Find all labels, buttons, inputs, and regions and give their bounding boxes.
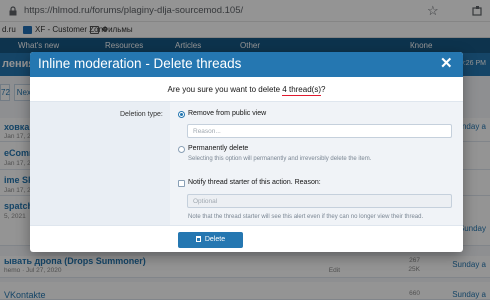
thread-count: 4 thread(s) [282, 85, 321, 96]
notify-reason-input[interactable]: Optional [187, 194, 452, 208]
delete-button-label: Delete [204, 236, 226, 243]
confirm-prefix: Are you sure you want to delete [167, 85, 281, 94]
notify-checkbox[interactable] [178, 180, 185, 187]
form-label-column [30, 102, 170, 225]
dialog-header: Inline moderation - Delete threads ✕ [30, 52, 463, 77]
delete-threads-dialog: Inline moderation - Delete threads ✕ Are… [30, 52, 463, 252]
deletion-form: Deletion type: Remove from public view R… [30, 101, 463, 226]
confirm-message: Are you sure you want to delete 4 thread… [30, 85, 463, 96]
permanent-radio[interactable] [178, 146, 185, 153]
deletion-type-label: Deletion type: [120, 111, 163, 118]
trash-icon [195, 236, 201, 242]
dialog-title: Inline moderation - Delete threads [38, 56, 242, 71]
remove-radio[interactable] [178, 111, 185, 118]
delete-button[interactable]: Delete [178, 232, 243, 248]
remove-option-label[interactable]: Remove from public view [188, 110, 266, 117]
notify-hint: Note that the thread starter will see th… [188, 214, 424, 220]
close-icon[interactable]: ✕ [440, 54, 453, 72]
permanent-option-label[interactable]: Permanently delete [188, 145, 248, 152]
permanent-hint: Selecting this option will permanently a… [188, 156, 372, 162]
confirm-suffix: ? [320, 85, 326, 94]
notify-label[interactable]: Notify thread starter of this action. Re… [188, 179, 321, 186]
reason-input[interactable]: Reason... [187, 124, 452, 138]
